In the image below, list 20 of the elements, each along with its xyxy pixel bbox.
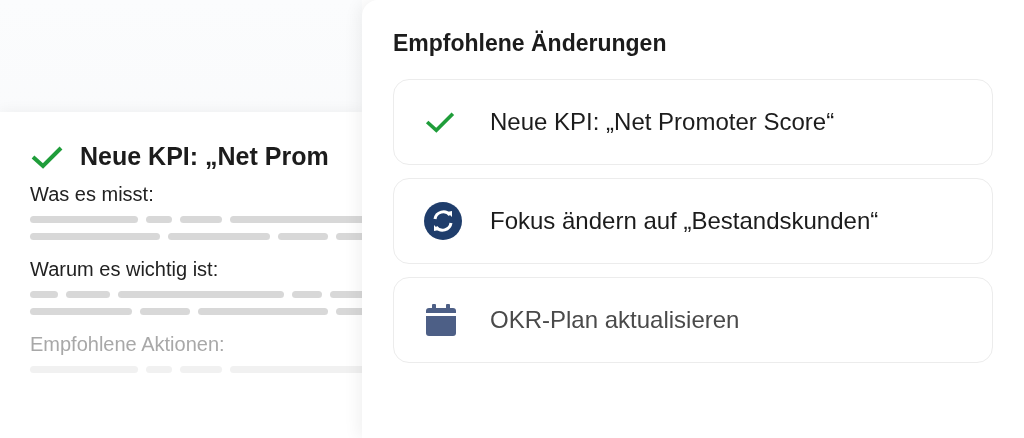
section-label: Was es misst: xyxy=(30,183,155,206)
calendar-icon xyxy=(424,303,458,337)
panel-title: Empfohlene Änderungen xyxy=(393,30,668,57)
placeholder-line xyxy=(180,216,222,223)
check-icon xyxy=(424,111,456,133)
change-item[interactable]: Neue KPI: „Net Promoter Score“ xyxy=(393,79,993,165)
placeholder-line xyxy=(278,233,328,240)
section-label: Empfohlene Aktionen: xyxy=(30,333,226,356)
placeholder-line xyxy=(140,308,190,315)
check-icon xyxy=(30,144,64,169)
change-item[interactable]: Fokus ändern auf „Bestandskunden“ xyxy=(393,178,993,264)
card-title: Neue KPI: „Net Prom xyxy=(80,142,329,171)
placeholder-line xyxy=(292,291,322,298)
refresh-icon xyxy=(424,202,462,240)
placeholder-line xyxy=(66,291,110,298)
placeholder-line xyxy=(146,216,172,223)
change-item[interactable]: OKR-Plan aktualisieren xyxy=(393,277,993,363)
placeholder-line xyxy=(330,291,362,298)
placeholder-line xyxy=(30,291,58,298)
section-label: Warum es wichtig ist: xyxy=(30,258,220,281)
